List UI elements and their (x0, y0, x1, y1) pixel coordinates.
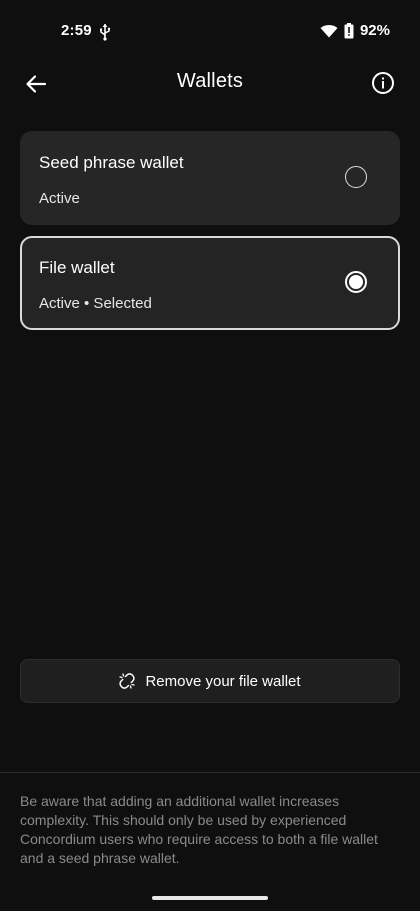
status-bar: 2:59 92% (0, 0, 420, 64)
unlink-icon (119, 673, 136, 689)
remove-button-label: Remove your file wallet (145, 672, 301, 690)
battery-percentage: 92% (359, 22, 390, 39)
status-time: 2:59 (61, 22, 92, 39)
usb-icon (100, 24, 111, 41)
info-button[interactable] (370, 70, 396, 96)
status-right-group: 92% (320, 22, 390, 39)
wallet-status: Active (39, 190, 80, 207)
info-icon (372, 72, 394, 94)
page-title: Wallets (176, 70, 244, 92)
battery-icon (344, 22, 354, 38)
wallet-radio-unselected[interactable] (345, 166, 367, 188)
warning-note: Be aware that adding an additional walle… (20, 793, 378, 866)
wifi-icon (320, 24, 338, 37)
wallet-card-seed-phrase[interactable]: Seed phrase wallet Active (20, 131, 400, 225)
home-indicator[interactable] (152, 896, 268, 900)
app-bar: Wallets (0, 64, 420, 104)
wallet-status: Active • Selected (39, 295, 152, 312)
radio-selected-dot (349, 275, 363, 289)
wallet-radio-selected[interactable] (345, 271, 367, 293)
wallet-card-file[interactable]: File wallet Active • Selected (20, 236, 400, 330)
remove-file-wallet-button[interactable]: Remove your file wallet (20, 659, 400, 703)
wallet-name: Seed phrase wallet (39, 153, 184, 172)
divider (0, 772, 420, 773)
wallet-name: File wallet (39, 258, 115, 277)
